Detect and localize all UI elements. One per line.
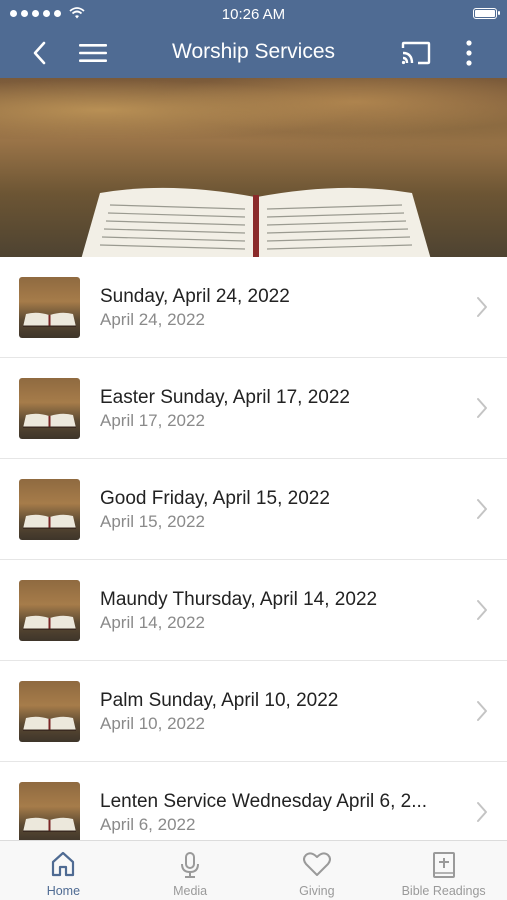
service-thumbnail	[19, 580, 80, 641]
cast-icon	[401, 41, 431, 65]
service-list-item[interactable]: Sunday, April 24, 2022 April 24, 2022	[0, 257, 507, 358]
service-thumbnail	[19, 681, 80, 742]
tab-giving-label: Giving	[299, 884, 335, 898]
service-title: Good Friday, April 15, 2022	[100, 488, 330, 509]
service-date: April 17, 2022	[100, 411, 205, 430]
service-title: Sunday, April 24, 2022	[100, 286, 290, 307]
tab-bar: Home Media Giving Bible Readings	[0, 840, 507, 900]
microphone-icon	[181, 852, 200, 878]
battery-icon	[473, 8, 500, 19]
service-date: April 6, 2022	[100, 815, 196, 834]
service-date: April 14, 2022	[100, 613, 205, 632]
cast-button[interactable]	[396, 28, 436, 78]
service-thumbnail	[19, 479, 80, 540]
open-bible-illustration	[81, 187, 431, 257]
service-title: Palm Sunday, April 10, 2022	[100, 690, 339, 711]
chevron-right-icon	[477, 600, 487, 620]
status-bar: 10:26 AM	[0, 0, 507, 28]
chevron-right-icon	[477, 802, 487, 822]
service-list-item[interactable]: Palm Sunday, April 10, 2022 April 10, 202…	[0, 661, 507, 762]
service-title: Maundy Thursday, April 14, 2022	[100, 589, 378, 610]
more-vertical-icon	[466, 40, 472, 66]
service-thumbnail	[19, 277, 80, 338]
chevron-right-icon	[477, 297, 487, 317]
service-list-item[interactable]: Good Friday, April 15, 2022 April 15, 202…	[0, 459, 507, 560]
hero-bible-image	[0, 78, 507, 257]
service-list-item[interactable]: Easter Sunday, April 17, 2022 April 17, 2…	[0, 358, 507, 459]
service-date: April 15, 2022	[100, 512, 205, 531]
tab-bible-readings[interactable]: Bible Readings	[380, 841, 507, 900]
home-icon	[52, 851, 75, 877]
service-thumbnail	[19, 782, 80, 840]
tab-home-label: Home	[46, 884, 81, 898]
chevron-right-icon	[477, 398, 487, 418]
service-thumbnail	[19, 378, 80, 439]
heart-icon	[302, 852, 331, 876]
chevron-right-icon	[477, 701, 487, 721]
service-list-item[interactable]: Maundy Thursday, April 14, 2022 April 14,…	[0, 560, 507, 661]
service-date: April 24, 2022	[100, 310, 205, 329]
tab-media-label: Media	[173, 884, 208, 898]
service-title: Easter Sunday, April 17, 2022	[100, 387, 350, 408]
tab-home[interactable]: Home	[0, 841, 127, 900]
tab-media[interactable]: Media	[127, 841, 254, 900]
tab-bible-readings-label: Bible Readings	[401, 884, 486, 898]
nav-bar: Worship Services	[0, 28, 507, 78]
service-list-item[interactable]: Lenten Service Wednesday April 6, 2... Ap…	[0, 762, 507, 840]
tab-giving[interactable]: Giving	[254, 841, 381, 900]
status-time: 10:26 AM	[221, 6, 286, 23]
chevron-right-icon	[477, 499, 487, 519]
services-list: Sunday, April 24, 2022 April 24, 2022 East…	[0, 257, 507, 840]
bible-icon	[432, 852, 455, 878]
more-options-button[interactable]	[456, 28, 482, 78]
service-date: April 10, 2022	[100, 714, 205, 733]
service-title: Lenten Service Wednesday April 6, 2...	[100, 791, 428, 812]
